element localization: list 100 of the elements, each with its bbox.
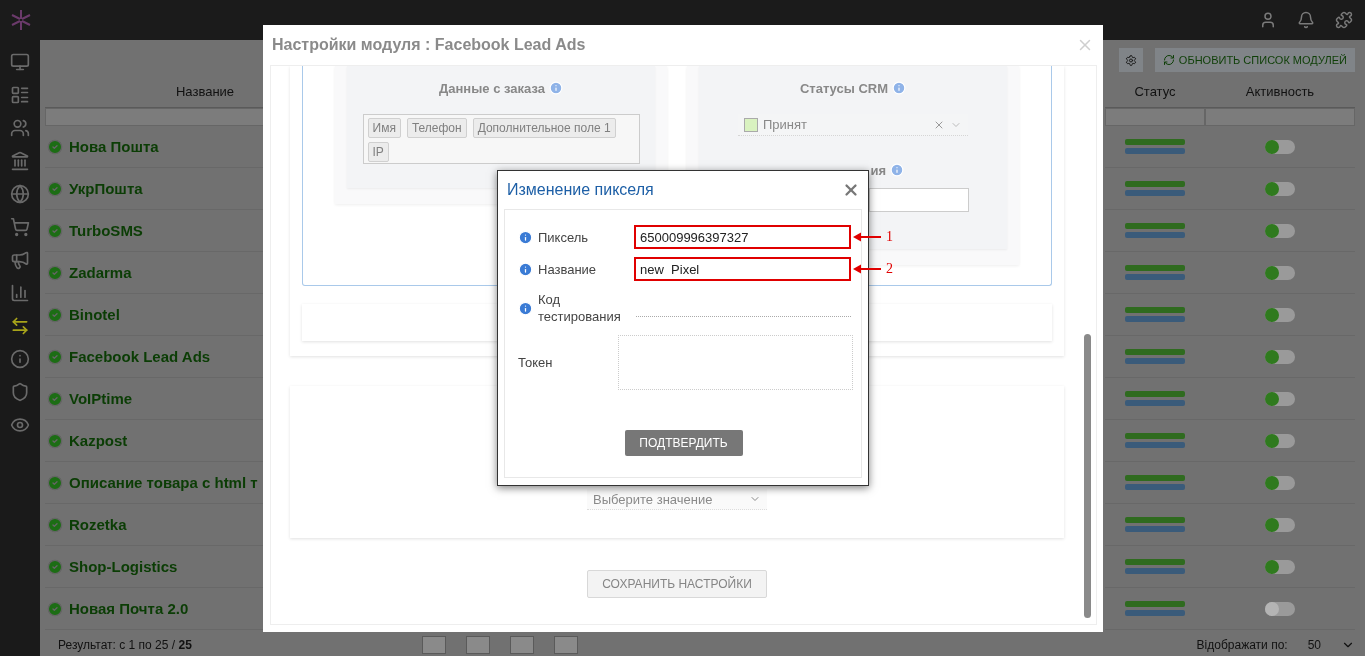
check-circle-icon (47, 432, 63, 449)
blurred-link-text (1125, 232, 1185, 238)
activity-toggle[interactable] (1265, 391, 1295, 406)
activity-toggle[interactable] (1265, 475, 1295, 490)
module-name-text: TurboSMS (69, 222, 143, 239)
bank-icon[interactable] (10, 151, 30, 171)
arrows-icon[interactable] (10, 316, 30, 336)
input-field[interactable] (869, 188, 969, 212)
blurred-status-text (1125, 265, 1185, 271)
check-circle-icon (47, 474, 63, 491)
bell-icon[interactable] (1297, 11, 1315, 29)
megaphone-icon[interactable] (10, 250, 30, 270)
module-name-text: Facebook Lead Ads (69, 348, 211, 365)
list-icon[interactable] (10, 85, 30, 105)
activity-toggle[interactable] (1265, 181, 1295, 196)
blurred-status-text (1125, 601, 1185, 607)
check-circle-icon (47, 600, 63, 617)
check-circle-icon (47, 306, 63, 323)
blurred-link-text (1125, 526, 1185, 532)
settings-button[interactable] (1118, 48, 1143, 72)
pagination-button[interactable] (509, 636, 534, 654)
confirm-button[interactable]: ПОДТВЕРДИТЬ (624, 430, 743, 456)
check-circle-icon (47, 180, 63, 197)
pagination-button[interactable] (553, 636, 578, 654)
activity-toggle[interactable] (1265, 349, 1295, 364)
blurred-link-text (1125, 568, 1185, 574)
blurred-link-text (1125, 484, 1185, 490)
field-tag: IP (367, 142, 389, 162)
blurred-status-text (1125, 349, 1185, 355)
module-name-text: Описание товара с html т (69, 474, 258, 491)
blurred-link-text (1125, 148, 1185, 154)
users-icon[interactable] (10, 118, 30, 138)
blurred-link-text (1125, 316, 1185, 322)
blurred-status-text (1125, 181, 1185, 187)
field-label: Код тестирования (538, 291, 621, 325)
pagination-button[interactable] (465, 636, 490, 654)
field-tag: Имя (367, 118, 401, 138)
activity-toggle[interactable] (1265, 559, 1295, 574)
per-page-label: Відображати по: (1196, 638, 1288, 652)
info-icon (548, 81, 563, 95)
dialog-title: Настройки модуля : Facebook Lead Ads (272, 36, 586, 54)
annotation-number: 2 (886, 261, 893, 277)
token-field[interactable] (618, 335, 853, 390)
activity-toggle[interactable] (1265, 265, 1295, 280)
result-count: Результат: с 1 по 25 / 25 (58, 638, 192, 652)
input-field[interactable]: 650009996397327 (634, 225, 851, 249)
info-icon (892, 81, 907, 95)
activity-toggle[interactable] (1265, 307, 1295, 322)
blurred-link-text (1125, 400, 1185, 406)
dialog-title: Изменение пикселя (507, 181, 654, 199)
blurred-status-text (1125, 433, 1185, 439)
monitor-icon[interactable] (10, 52, 30, 72)
module-name-text: Binotel (69, 306, 120, 323)
blurred-status-text (1125, 517, 1185, 523)
blurred-link-text (1125, 190, 1185, 196)
info-icon[interactable] (10, 349, 30, 369)
blurred-link-text (1125, 610, 1185, 616)
module-name-text: Shop-Logistics (69, 558, 178, 575)
annotation-number: 1 (886, 229, 893, 245)
module-name-text: Rozetka (69, 516, 127, 533)
activity-toggle[interactable] (1265, 517, 1295, 532)
annotation-arrow (853, 232, 881, 242)
save-settings-button[interactable]: СОХРАНИТЬ НАСТРОЙКИ (587, 570, 767, 598)
blurred-status-text (1125, 475, 1185, 481)
filter-field[interactable] (1205, 108, 1355, 126)
activity-toggle[interactable] (1265, 139, 1295, 154)
field-label: Токен (518, 354, 553, 371)
module-name-text: VoIPtime (69, 390, 133, 407)
section-heading: Статусы CRM (799, 80, 889, 96)
refresh-modules-button[interactable]: ОБНОВИТЬ СПИСОК МОДУЛЕЙ (1154, 48, 1355, 72)
blurred-link-text (1125, 274, 1185, 280)
logo-icon (10, 9, 32, 31)
chart-icon[interactable] (10, 283, 30, 303)
filter-field[interactable] (1105, 108, 1205, 126)
globe-icon[interactable] (10, 184, 30, 204)
cart-icon[interactable] (10, 217, 30, 237)
check-circle-icon (47, 348, 63, 365)
info-icon (890, 163, 904, 177)
module-name-text: Нова Пошта (69, 138, 159, 155)
pagination-button[interactable] (421, 636, 446, 654)
blurred-status-text (1125, 139, 1185, 145)
blurred-link-text (1125, 358, 1185, 364)
activity-toggle[interactable] (1265, 433, 1295, 448)
gear-icon (1124, 53, 1137, 67)
check-circle-icon (47, 390, 63, 407)
user-icon[interactable] (1259, 11, 1277, 29)
shield-icon[interactable] (10, 382, 30, 402)
tags-field[interactable]: Имя Телефон Дополнительное поле 1 IP (362, 114, 640, 164)
value-select[interactable]: Выберите значение (587, 489, 767, 510)
check-circle-icon (47, 222, 63, 239)
close-button[interactable] (842, 181, 860, 199)
activity-toggle[interactable] (1265, 223, 1295, 238)
scrollbar[interactable] (1084, 334, 1091, 618)
eye-icon[interactable] (10, 415, 30, 435)
activity-toggle[interactable] (1265, 601, 1295, 616)
puzzle-icon[interactable] (1335, 11, 1353, 29)
field-label: Пиксель (538, 228, 589, 246)
input-field[interactable]: new Pixel (634, 257, 851, 281)
per-page-value[interactable]: 50 (1307, 638, 1321, 652)
blurred-status-text (1125, 559, 1185, 565)
